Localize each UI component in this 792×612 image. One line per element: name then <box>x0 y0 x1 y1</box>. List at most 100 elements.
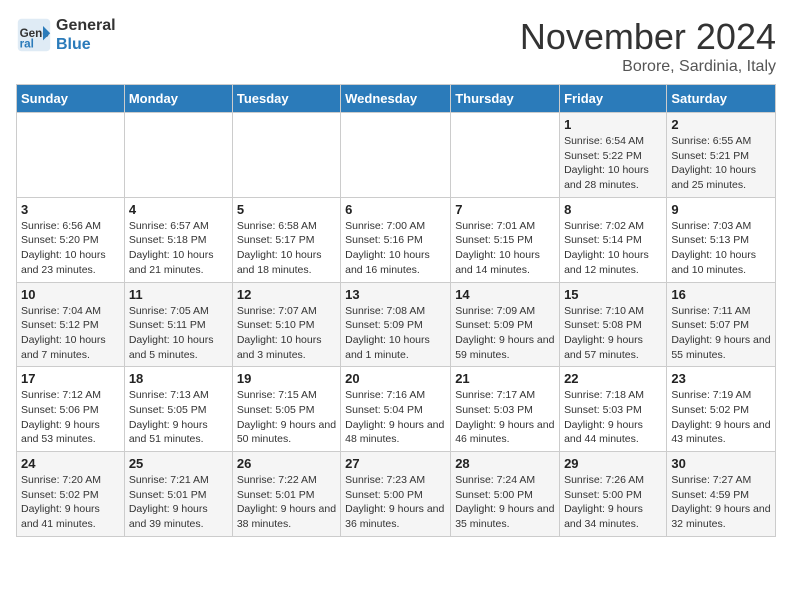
day-number: 28 <box>455 456 555 471</box>
day-info: Sunrise: 7:11 AMSunset: 5:07 PMDaylight:… <box>671 304 771 363</box>
week-row-5: 24 Sunrise: 7:20 AMSunset: 5:02 PMDayligh… <box>17 452 776 537</box>
day-number: 24 <box>21 456 120 471</box>
day-info: Sunrise: 7:05 AMSunset: 5:11 PMDaylight:… <box>129 304 228 363</box>
calendar-cell <box>124 113 232 198</box>
day-number: 5 <box>237 202 336 217</box>
logo: Gene ral General Blue <box>16 16 116 54</box>
calendar-cell <box>17 113 125 198</box>
day-info: Sunrise: 7:09 AMSunset: 5:09 PMDaylight:… <box>455 304 555 363</box>
day-info: Sunrise: 7:24 AMSunset: 5:00 PMDaylight:… <box>455 473 555 532</box>
day-number: 6 <box>345 202 446 217</box>
day-number: 29 <box>564 456 662 471</box>
calendar-cell: 30 Sunrise: 7:27 AMSunset: 4:59 PMDayligh… <box>667 452 776 537</box>
calendar-cell: 8 Sunrise: 7:02 AMSunset: 5:14 PMDaylight… <box>560 197 667 282</box>
day-info: Sunrise: 7:21 AMSunset: 5:01 PMDaylight:… <box>129 473 228 532</box>
logo-icon: Gene ral <box>16 17 52 53</box>
column-header-monday: Monday <box>124 85 232 113</box>
day-info: Sunrise: 7:26 AMSunset: 5:00 PMDaylight:… <box>564 473 662 532</box>
day-number: 4 <box>129 202 228 217</box>
day-number: 25 <box>129 456 228 471</box>
day-info: Sunrise: 7:19 AMSunset: 5:02 PMDaylight:… <box>671 388 771 447</box>
day-info: Sunrise: 7:18 AMSunset: 5:03 PMDaylight:… <box>564 388 662 447</box>
calendar-body: 1Sunrise: 6:54 AMSunset: 5:22 PMDaylight… <box>17 113 776 537</box>
day-number: 26 <box>237 456 336 471</box>
calendar-cell: 12 Sunrise: 7:07 AMSunset: 5:10 PMDayligh… <box>232 282 340 367</box>
calendar-cell: 4 Sunrise: 6:57 AMSunset: 5:18 PMDaylight… <box>124 197 232 282</box>
day-info: Sunrise: 7:03 AMSunset: 5:13 PMDaylight:… <box>671 219 771 278</box>
column-header-friday: Friday <box>560 85 667 113</box>
day-info: Sunrise: 7:08 AMSunset: 5:09 PMDaylight:… <box>345 304 446 363</box>
week-row-1: 1Sunrise: 6:54 AMSunset: 5:22 PMDaylight… <box>17 113 776 198</box>
day-info: Sunrise: 7:13 AMSunset: 5:05 PMDaylight:… <box>129 388 228 447</box>
column-header-saturday: Saturday <box>667 85 776 113</box>
calendar-cell: 26 Sunrise: 7:22 AMSunset: 5:01 PMDayligh… <box>232 452 340 537</box>
day-info: Sunrise: 7:23 AMSunset: 5:00 PMDaylight:… <box>345 473 446 532</box>
calendar-cell: 9 Sunrise: 7:03 AMSunset: 5:13 PMDaylight… <box>667 197 776 282</box>
calendar-cell: 28 Sunrise: 7:24 AMSunset: 5:00 PMDayligh… <box>451 452 560 537</box>
day-info: Sunrise: 7:22 AMSunset: 5:01 PMDaylight:… <box>237 473 336 532</box>
calendar-cell <box>232 113 340 198</box>
day-info: Sunrise: 7:16 AMSunset: 5:04 PMDaylight:… <box>345 388 446 447</box>
day-number: 3 <box>21 202 120 217</box>
title-block: November 2024 Borore, Sardinia, Italy <box>520 16 776 76</box>
day-info: Sunrise: 7:01 AMSunset: 5:15 PMDaylight:… <box>455 219 555 278</box>
day-info: Sunrise: 7:04 AMSunset: 5:12 PMDaylight:… <box>21 304 120 363</box>
calendar-cell: 29 Sunrise: 7:26 AMSunset: 5:00 PMDayligh… <box>560 452 667 537</box>
svg-text:ral: ral <box>20 38 34 51</box>
calendar-cell: 15Sunrise: 7:10 AMSunset: 5:08 PMDayligh… <box>560 282 667 367</box>
calendar-cell: 3 Sunrise: 6:56 AMSunset: 5:20 PMDaylight… <box>17 197 125 282</box>
column-header-tuesday: Tuesday <box>232 85 340 113</box>
week-row-4: 17 Sunrise: 7:12 AMSunset: 5:06 PMDayligh… <box>17 367 776 452</box>
logo-line2: Blue <box>56 35 116 54</box>
day-number: 11 <box>129 287 228 302</box>
day-number: 19 <box>237 371 336 386</box>
day-number: 13 <box>345 287 446 302</box>
day-number: 12 <box>237 287 336 302</box>
calendar-cell: 17 Sunrise: 7:12 AMSunset: 5:06 PMDayligh… <box>17 367 125 452</box>
day-number: 21 <box>455 371 555 386</box>
day-info: Sunrise: 6:55 AMSunset: 5:21 PMDaylight:… <box>671 134 771 193</box>
day-number: 1 <box>564 117 662 132</box>
day-number: 9 <box>671 202 771 217</box>
calendar-cell: 13 Sunrise: 7:08 AMSunset: 5:09 PMDayligh… <box>341 282 451 367</box>
day-number: 15 <box>564 287 662 302</box>
calendar-cell: 21 Sunrise: 7:17 AMSunset: 5:03 PMDayligh… <box>451 367 560 452</box>
calendar-cell: 10 Sunrise: 7:04 AMSunset: 5:12 PMDayligh… <box>17 282 125 367</box>
day-number: 10 <box>21 287 120 302</box>
day-info: Sunrise: 7:00 AMSunset: 5:16 PMDaylight:… <box>345 219 446 278</box>
calendar-cell: 22 Sunrise: 7:18 AMSunset: 5:03 PMDayligh… <box>560 367 667 452</box>
day-info: Sunrise: 7:12 AMSunset: 5:06 PMDaylight:… <box>21 388 120 447</box>
day-number: 17 <box>21 371 120 386</box>
calendar-cell: 23 Sunrise: 7:19 AMSunset: 5:02 PMDayligh… <box>667 367 776 452</box>
page-header: Gene ral General Blue November 2024 Boro… <box>16 16 776 76</box>
column-header-sunday: Sunday <box>17 85 125 113</box>
day-info: Sunrise: 7:27 AMSunset: 4:59 PMDaylight:… <box>671 473 771 532</box>
week-row-2: 3 Sunrise: 6:56 AMSunset: 5:20 PMDaylight… <box>17 197 776 282</box>
day-info: Sunrise: 7:20 AMSunset: 5:02 PMDaylight:… <box>21 473 120 532</box>
day-number: 7 <box>455 202 555 217</box>
day-info: Sunrise: 6:56 AMSunset: 5:20 PMDaylight:… <box>21 219 120 278</box>
day-info: Sunrise: 6:58 AMSunset: 5:17 PMDaylight:… <box>237 219 336 278</box>
calendar-cell: 18 Sunrise: 7:13 AMSunset: 5:05 PMDayligh… <box>124 367 232 452</box>
day-info: Sunrise: 7:02 AMSunset: 5:14 PMDaylight:… <box>564 219 662 278</box>
calendar-cell: 24 Sunrise: 7:20 AMSunset: 5:02 PMDayligh… <box>17 452 125 537</box>
day-number: 22 <box>564 371 662 386</box>
day-number: 16 <box>671 287 771 302</box>
calendar-cell <box>341 113 451 198</box>
day-info: Sunrise: 6:57 AMSunset: 5:18 PMDaylight:… <box>129 219 228 278</box>
column-header-thursday: Thursday <box>451 85 560 113</box>
day-number: 8 <box>564 202 662 217</box>
day-number: 30 <box>671 456 771 471</box>
calendar-cell: 7 Sunrise: 7:01 AMSunset: 5:15 PMDaylight… <box>451 197 560 282</box>
day-number: 27 <box>345 456 446 471</box>
day-number: 14 <box>455 287 555 302</box>
day-number: 23 <box>671 371 771 386</box>
calendar-table: SundayMondayTuesdayWednesdayThursdayFrid… <box>16 84 776 537</box>
day-info: Sunrise: 7:17 AMSunset: 5:03 PMDaylight:… <box>455 388 555 447</box>
calendar-cell: 14 Sunrise: 7:09 AMSunset: 5:09 PMDayligh… <box>451 282 560 367</box>
calendar-cell: 19Sunrise: 7:15 AMSunset: 5:05 PMDayligh… <box>232 367 340 452</box>
location-subtitle: Borore, Sardinia, Italy <box>520 58 776 76</box>
day-number: 18 <box>129 371 228 386</box>
day-info: Sunrise: 7:07 AMSunset: 5:10 PMDaylight:… <box>237 304 336 363</box>
calendar-cell: 25 Sunrise: 7:21 AMSunset: 5:01 PMDayligh… <box>124 452 232 537</box>
